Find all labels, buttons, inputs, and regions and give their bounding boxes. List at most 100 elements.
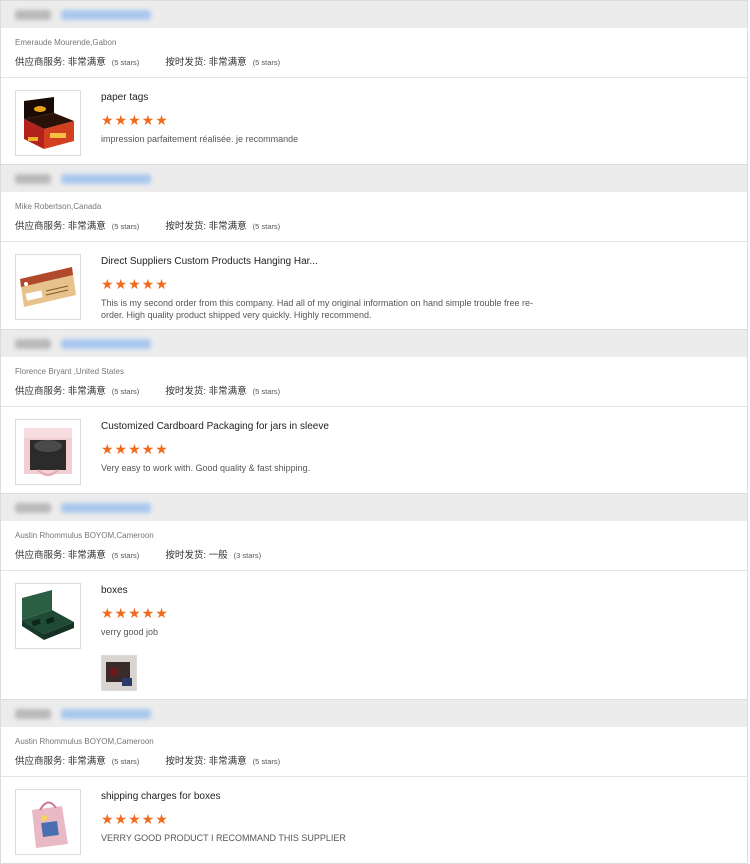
review-item: Florence Bryant ,United States 供应商服务: 非常… [1, 329, 747, 493]
product-title[interactable]: boxes [101, 584, 733, 598]
product-thumbnail[interactable] [15, 583, 81, 649]
review-header [1, 494, 747, 521]
review-comment: impression parfaitement réalisée. je rec… [101, 134, 299, 144]
blurred-date [15, 502, 51, 513]
supplier-service-stars: (5 stars) [111, 222, 140, 231]
supplier-service-stars: (5 stars) [111, 58, 140, 67]
delivery-rating: 按时发货: 非常满意 (5 stars) [165, 755, 280, 768]
review-body: shipping charges for boxes ★★★★★ VERRY G… [1, 777, 747, 863]
blurred-order-link[interactable] [61, 173, 151, 184]
red-gift-box-icon [24, 97, 74, 149]
blurred-date [15, 708, 51, 719]
supplier-service-rating: 供应商服务: 非常满意 (5 stars) [15, 385, 139, 398]
product-title[interactable]: Direct Suppliers Custom Products Hanging… [101, 255, 733, 269]
delivery-rating: 按时发货: 非常满意 (5 stars) [165, 385, 280, 398]
review-header [1, 1, 747, 28]
product-thumbnail[interactable] [15, 90, 81, 156]
supplier-service-value: 非常满意 [67, 756, 106, 767]
product-thumbnail[interactable] [15, 419, 81, 485]
star-rating: ★★★★★ [101, 605, 169, 621]
review-meta: Austin Rhommulus BOYOM,Cameroon 供应商服务: 非… [1, 727, 747, 777]
supplier-service-label: 供应商服务: [15, 756, 66, 767]
review-comment: VERRY GOOD PRODUCT I RECOMMAND THIS SUPP… [101, 833, 346, 843]
product-thumbnail[interactable] [15, 789, 81, 855]
pink-box-icon [24, 428, 72, 476]
review-comment: Very easy to work with. Good quality & f… [101, 463, 311, 473]
supplier-service-rating: 供应商服务: 非常满意 (5 stars) [15, 549, 139, 562]
buyer-name: Emeraude Mourende,Gabon [15, 38, 117, 47]
delivery-stars: (5 stars) [252, 757, 281, 766]
service-ratings: 供应商服务: 非常满意 (5 stars) 按时发货: 非常满意 (5 stars) [15, 755, 733, 768]
review-item: Austin Rhommulus BOYOM,Cameroon 供应商服务: 非… [1, 699, 747, 863]
blurred-order-link[interactable] [61, 708, 151, 719]
supplier-service-value: 非常满意 [67, 550, 106, 561]
service-ratings: 供应商服务: 非常满意 (5 stars) 按时发货: 一般 (3 stars) [15, 549, 733, 562]
review-body: boxes ★★★★★ verry good job [1, 571, 747, 699]
blurred-date [15, 173, 51, 184]
review-item: Mike Robertson,Canada 供应商服务: 非常满意 (5 star… [1, 164, 747, 329]
supplier-service-rating: 供应商服务: 非常满意 (5 stars) [15, 56, 139, 69]
review-comment: This is my second order from this compan… [101, 298, 534, 320]
delivery-label: 按时发货: [165, 550, 206, 561]
review-attachment[interactable] [101, 655, 137, 691]
delivery-rating: 按时发货: 非常满意 (5 stars) [165, 220, 280, 233]
review-body: Customized Cardboard Packaging for jars … [1, 407, 747, 493]
supplier-service-rating: 供应商服务: 非常满意 (5 stars) [15, 755, 139, 768]
star-rating: ★★★★★ [101, 811, 169, 827]
review-meta: Florence Bryant ,United States 供应商服务: 非常… [1, 357, 747, 407]
review-header [1, 700, 747, 727]
delivery-label: 按时发货: [165, 221, 206, 232]
buyer-name: Austin Rhommulus BOYOM,Cameroon [15, 531, 154, 540]
delivery-stars: (5 stars) [252, 58, 281, 67]
star-rating: ★★★★★ [101, 441, 169, 457]
review-meta: Emeraude Mourende,Gabon 供应商服务: 非常满意 (5 st… [1, 28, 747, 78]
supplier-service-label: 供应商服务: [15, 221, 66, 232]
photo-attachment-icon [102, 656, 136, 690]
service-ratings: 供应商服务: 非常满意 (5 stars) 按时发货: 非常满意 (5 stars) [15, 220, 733, 233]
blurred-order-link[interactable] [61, 502, 151, 513]
blurred-order-link[interactable] [61, 338, 151, 349]
star-rating: ★★★★★ [101, 112, 169, 128]
supplier-service-stars: (5 stars) [111, 551, 140, 560]
delivery-label: 按时发货: [165, 57, 206, 68]
handle-bag-icon [32, 801, 68, 848]
blurred-date [15, 9, 51, 20]
service-ratings: 供应商服务: 非常满意 (5 stars) 按时发货: 非常满意 (5 stars) [15, 56, 733, 69]
delivery-stars: (3 stars) [233, 551, 262, 560]
supplier-service-label: 供应商服务: [15, 550, 66, 561]
delivery-rating: 按时发货: 非常满意 (5 stars) [165, 56, 280, 69]
delivery-stars: (5 stars) [252, 222, 281, 231]
review-comment: verry good job [101, 627, 159, 637]
review-item: Austin Rhommulus BOYOM,Cameroon 供应商服务: 非… [1, 493, 747, 699]
delivery-value: 一般 [208, 550, 228, 561]
delivery-value: 非常满意 [208, 57, 247, 68]
product-thumbnail[interactable] [15, 254, 81, 320]
product-title[interactable]: Customized Cardboard Packaging for jars … [101, 420, 733, 434]
product-title[interactable]: shipping charges for boxes [101, 790, 733, 804]
buyer-name: Florence Bryant ,United States [15, 367, 124, 376]
review-meta: Mike Robertson,Canada 供应商服务: 非常满意 (5 star… [1, 192, 747, 242]
service-ratings: 供应商服务: 非常满意 (5 stars) 按时发货: 非常满意 (5 stars) [15, 385, 733, 398]
review-body: paper tags ★★★★★ impression parfaitement… [1, 78, 747, 164]
buyer-name: Mike Robertson,Canada [15, 202, 102, 211]
hang-tag-icon [20, 267, 76, 307]
delivery-value: 非常满意 [208, 386, 247, 397]
supplier-service-label: 供应商服务: [15, 386, 66, 397]
supplier-service-stars: (5 stars) [111, 757, 140, 766]
delivery-value: 非常满意 [208, 221, 247, 232]
product-title[interactable]: paper tags [101, 91, 733, 105]
supplier-service-value: 非常满意 [67, 57, 106, 68]
supplier-service-rating: 供应商服务: 非常满意 (5 stars) [15, 220, 139, 233]
blurred-order-link[interactable] [61, 9, 151, 20]
delivery-rating: 按时发货: 一般 (3 stars) [165, 549, 261, 562]
review-item: Emeraude Mourende,Gabon 供应商服务: 非常满意 (5 st… [1, 0, 747, 164]
supplier-service-label: 供应商服务: [15, 57, 66, 68]
supplier-service-value: 非常满意 [67, 221, 106, 232]
star-rating: ★★★★★ [101, 276, 169, 292]
delivery-label: 按时发货: [165, 756, 206, 767]
delivery-stars: (5 stars) [252, 387, 281, 396]
supplier-service-stars: (5 stars) [111, 387, 140, 396]
green-box-icon [22, 590, 74, 640]
buyer-name: Austin Rhommulus BOYOM,Cameroon [15, 737, 154, 746]
delivery-label: 按时发货: [165, 386, 206, 397]
